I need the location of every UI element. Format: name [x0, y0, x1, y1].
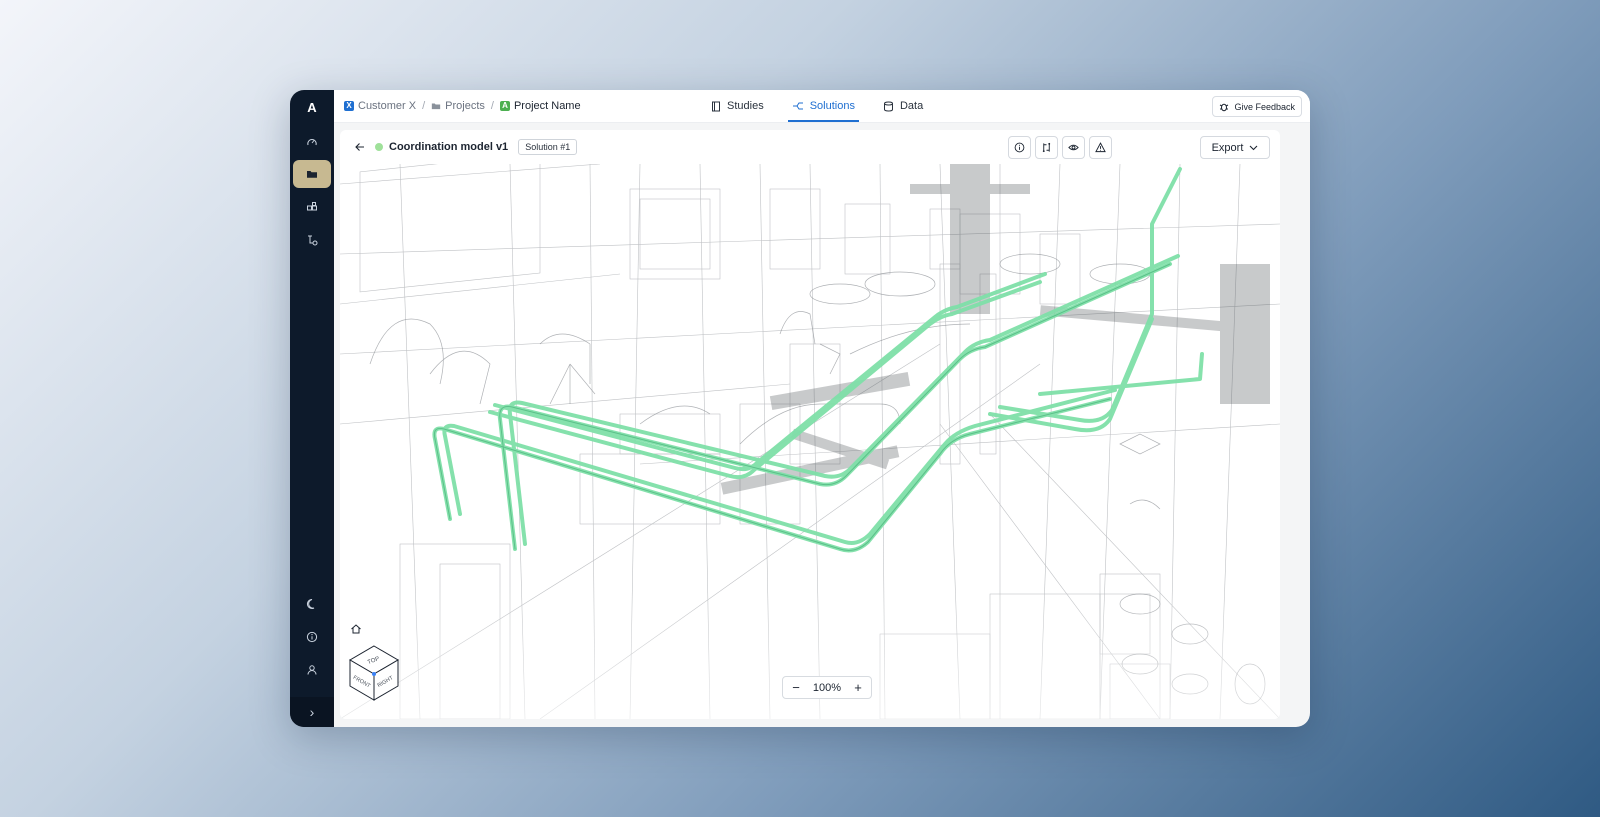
app-logo[interactable]: A [290, 100, 334, 115]
zoom-control: − 100% + [782, 676, 872, 699]
chevron-right-icon: › [309, 704, 315, 720]
info-button[interactable] [1008, 136, 1031, 159]
tab-solutions-label: Solutions [809, 100, 855, 112]
zoom-in-button[interactable]: + [851, 680, 865, 695]
chevron-down-icon [1250, 145, 1258, 150]
breadcrumb-separator: / [490, 100, 494, 112]
eye-icon [1068, 144, 1079, 151]
compare-button[interactable] [1035, 136, 1058, 159]
expand-sidebar-button[interactable]: › [290, 697, 334, 727]
sidebar-item-blocks[interactable] [293, 193, 331, 221]
folder-icon [431, 103, 441, 110]
visibility-button[interactable] [1062, 136, 1085, 159]
give-feedback-label: Give Feedback [1234, 101, 1295, 112]
home-icon [351, 624, 361, 634]
database-icon [883, 101, 893, 111]
tab-data[interactable]: Data [881, 90, 925, 122]
breadcrumb-separator: / [422, 100, 426, 112]
user-icon [307, 665, 317, 675]
solution-badge: Solution #1 [518, 139, 578, 155]
breadcrumb-customer[interactable]: X Customer X [344, 100, 416, 112]
project-badge: A [499, 101, 510, 111]
info-icon [1014, 142, 1025, 153]
clashes-button[interactable] [1089, 136, 1112, 159]
compare-icon [1042, 142, 1051, 153]
sidebar-item-routing[interactable] [293, 226, 331, 254]
route-settings-icon [308, 235, 318, 246]
warning-icon [1095, 142, 1106, 153]
info-button[interactable] [293, 623, 331, 651]
main-tabs: Studies Solutions Data [709, 90, 925, 122]
breadcrumb-project[interactable]: A Project Name [499, 100, 581, 112]
model-name: Coordination model v1 [389, 141, 509, 153]
branch-icon [792, 102, 803, 110]
back-button[interactable] [352, 139, 368, 155]
panel-header: Coordination model v1 Solution #1 Export [340, 130, 1280, 164]
top-bar: X Customer X / Projects / A Project Name… [334, 90, 1310, 123]
bug-icon [1220, 103, 1229, 111]
document-icon [712, 101, 720, 111]
tab-studies[interactable]: Studies [709, 90, 766, 122]
sidebar-item-projects[interactable] [293, 160, 331, 188]
folder-icon [307, 171, 317, 178]
export-dropdown[interactable]: Export [1200, 136, 1270, 159]
status-dot [375, 143, 383, 151]
breadcrumb-projects-label: Projects [445, 100, 485, 112]
sidebar-item-dashboard[interactable] [293, 128, 331, 156]
zoom-out-button[interactable]: − [789, 680, 803, 695]
blocks-icon [307, 202, 317, 211]
moon-icon [306, 598, 315, 609]
info-icon [306, 631, 318, 643]
model-toolbar [1008, 136, 1112, 159]
breadcrumb-projects[interactable]: Projects [431, 100, 485, 112]
app-window: A › X Customer X / Projects / A Project … [290, 90, 1310, 727]
account-button[interactable] [293, 656, 331, 684]
theme-toggle-button[interactable] [293, 590, 331, 618]
tab-solutions[interactable]: Solutions [787, 90, 860, 122]
arrow-left-icon [355, 143, 364, 151]
export-label: Export [1211, 141, 1244, 154]
breadcrumb-project-label: Project Name [513, 100, 581, 112]
home-view-button[interactable] [350, 622, 366, 638]
model-panel: Coordination model v1 Solution #1 Export [340, 130, 1280, 719]
breadcrumb: X Customer X / Projects / A Project Name [344, 90, 581, 122]
zoom-level: 100% [812, 681, 842, 694]
view-cube[interactable]: TOP FRONT RIGHT [348, 644, 400, 707]
customer-badge: X [344, 101, 354, 111]
tab-studies-label: Studies [727, 100, 764, 112]
tab-data-label: Data [899, 100, 924, 112]
breadcrumb-customer-label: Customer X [358, 100, 417, 112]
gauge-icon [307, 139, 317, 146]
model-title: Coordination model v1 Solution #1 [375, 130, 578, 164]
sidebar-rail: A › [290, 90, 334, 727]
wireframe-model[interactable] [340, 164, 1280, 719]
3d-viewport[interactable]: TOP FRONT RIGHT − 100% + [340, 164, 1280, 719]
give-feedback-button[interactable]: Give Feedback [1212, 96, 1302, 117]
